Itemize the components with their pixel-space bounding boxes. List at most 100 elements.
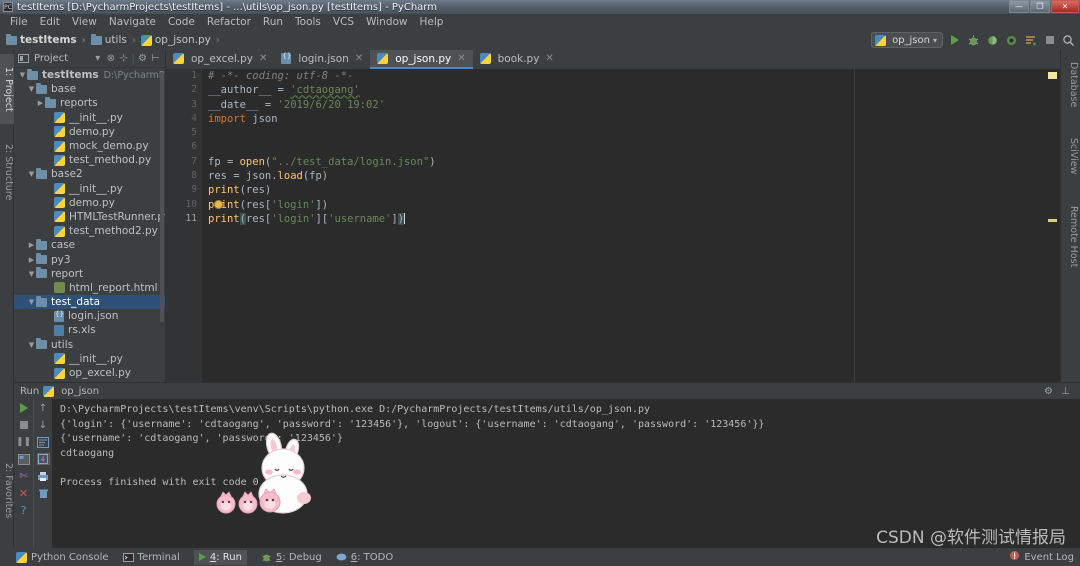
status-bar-item-terminal[interactable]: Terminal <box>122 552 180 563</box>
tree-item-utils[interactable]: ▼ utils <box>14 338 165 352</box>
status-bar-item-6--todo[interactable]: 6: TODO <box>336 552 393 563</box>
tree-item-testitems[interactable]: ▼ testItems D:\PycharmProjects\ <box>14 68 165 82</box>
editor-marker-warning[interactable] <box>1048 72 1057 79</box>
status-bar-item-5--debug[interactable]: 5: Debug <box>261 552 322 563</box>
tree-item-test-method2-py[interactable]: test_method2.py <box>14 224 165 238</box>
chevron-down-icon[interactable]: ▾ <box>91 52 104 65</box>
help-icon[interactable]: ? <box>17 504 30 517</box>
menu-item-code[interactable]: Code <box>162 15 201 29</box>
tree-item-demo-py[interactable]: demo.py <box>14 196 165 210</box>
code-line[interactable] <box>208 140 1046 154</box>
chevron-down-icon[interactable]: ▼ <box>18 71 27 79</box>
scroll-up-icon[interactable]: ↑ <box>37 402 50 414</box>
chevron-down-icon[interactable]: ▼ <box>27 270 36 278</box>
event-log-button[interactable]: Event Log <box>1009 550 1074 564</box>
close-icon[interactable]: ✕ <box>17 487 30 500</box>
code-line[interactable]: fp = open("../test_data/login.json") <box>208 155 1046 169</box>
rerun-icon[interactable] <box>17 402 30 414</box>
soft-wrap-icon[interactable] <box>37 436 50 448</box>
tree-item-base[interactable]: ▼ base <box>14 82 165 96</box>
breadcrumb-item-1[interactable]: utils › <box>90 33 141 46</box>
tree-item-test-method-py[interactable]: test_method.py <box>14 153 165 167</box>
tree-item---init---py[interactable]: __init__.py <box>14 182 165 196</box>
tree-item-login-json[interactable]: login.json <box>14 309 165 323</box>
code-line[interactable] <box>208 126 1046 140</box>
menu-item-vcs[interactable]: VCS <box>327 15 360 29</box>
chevron-down-icon[interactable]: ▼ <box>27 298 36 306</box>
menu-item-refactor[interactable]: Refactor <box>201 15 257 29</box>
stop-button[interactable] <box>1042 33 1057 48</box>
editor-scrollbar[interactable] <box>1046 69 1060 382</box>
tool-window-tab-favorites[interactable]: 2: Favorites <box>0 450 14 531</box>
editor-tab-op-excel-py[interactable]: op_excel.py ✕ <box>166 50 274 69</box>
chevron-right-icon[interactable]: ▶ <box>27 241 36 249</box>
code-line[interactable]: # -*- coding: utf-8 -*- <box>208 69 1046 83</box>
menu-item-file[interactable]: File <box>4 15 34 29</box>
scroll-from-source-icon[interactable]: ⊹ <box>117 52 130 65</box>
close-icon[interactable]: ✕ <box>457 53 465 64</box>
breadcrumb-item-2[interactable]: op_json.py › <box>140 34 225 46</box>
intention-bulb-icon[interactable] <box>214 199 223 209</box>
breadcrumb-item-0[interactable]: testItems › <box>6 33 91 46</box>
editor-tab-op-json-py[interactable]: op_json.py ✕ <box>370 50 473 69</box>
tree-item---init---py[interactable]: __init__.py <box>14 352 165 366</box>
code-line[interactable]: __date__ = '2019/6/20 19:02' <box>208 98 1046 112</box>
tree-item-htmltestrunner-py[interactable]: HTMLTestRunner.py <box>14 210 165 224</box>
project-tree-scrollbar[interactable] <box>160 72 164 322</box>
run-button[interactable] <box>947 33 962 48</box>
tree-item-test-data[interactable]: ▼ test_data <box>14 295 165 310</box>
editor-tab-book-py[interactable]: book.py ✕ <box>473 50 561 69</box>
tree-item-html-report-html[interactable]: html_report.html <box>14 281 165 295</box>
chevron-right-icon[interactable]: ▶ <box>36 99 45 107</box>
minimize-button[interactable]: — <box>1009 0 1029 13</box>
chevron-right-icon[interactable]: ▶ <box>27 256 36 264</box>
close-icon[interactable]: ✕ <box>259 53 267 64</box>
chevron-down-icon[interactable]: ▼ <box>27 170 36 178</box>
code-line[interactable]: __author__ = 'cdtaogang' <box>208 83 1046 97</box>
maximize-button[interactable]: ❐ <box>1030 0 1050 13</box>
tree-item-reports[interactable]: ▶ reports <box>14 96 165 110</box>
menu-item-view[interactable]: View <box>66 15 103 29</box>
run-configuration-selector[interactable]: op_json ▾ <box>871 32 943 48</box>
menu-item-run[interactable]: Run <box>257 15 289 29</box>
attach-button[interactable] <box>1023 33 1038 48</box>
tree-item-rs-xls[interactable]: rs.xls <box>14 323 165 337</box>
status-bar-item-python-console[interactable]: Python Console <box>16 551 109 563</box>
tool-window-tab-structure[interactable]: 2: Structure <box>0 132 14 213</box>
menu-item-window[interactable]: Window <box>360 15 413 29</box>
close-button[interactable]: ✕ <box>1051 0 1079 13</box>
code-editor[interactable]: 1 2 3 4 5 6 7 8 9 10 11 # -*- coding: utf-8 -*- __a… <box>166 69 1060 382</box>
editor-code-area[interactable]: # -*- coding: utf-8 -*- __author__ = 'cdt… <box>202 69 1046 382</box>
tool-window-tab-database[interactable]: Database <box>1063 54 1079 115</box>
collapse-all-icon[interactable]: ⊗ <box>104 52 117 65</box>
tool-window-tab-sciview[interactable]: SciView <box>1063 129 1079 184</box>
tree-item-report[interactable]: ▼ report <box>14 267 165 281</box>
hide-icon[interactable]: ⊢ <box>149 52 162 65</box>
tool-window-tab-remotehost[interactable]: Remote Host <box>1063 198 1079 276</box>
close-icon[interactable]: ✕ <box>545 53 553 64</box>
profile-button[interactable] <box>1004 33 1019 48</box>
tree-item-op-excel-py[interactable]: op_excel.py <box>14 366 165 380</box>
code-line[interactable]: print(res['login']['username']) <box>208 212 1046 226</box>
tool-window-tab-project[interactable]: 1: Project <box>0 54 14 124</box>
coverage-button[interactable] <box>985 33 1000 48</box>
menu-item-help[interactable]: Help <box>414 15 450 29</box>
menu-item-navigate[interactable]: Navigate <box>103 15 162 29</box>
tree-item-demo-py[interactable]: demo.py <box>14 125 165 139</box>
tree-item-base2[interactable]: ▼ base2 <box>14 167 165 181</box>
status-bar-item-4--run[interactable]: 4: Run <box>193 549 247 565</box>
editor-marker-caret[interactable] <box>1048 219 1057 222</box>
code-line[interactable]: res = json.load(fp) <box>208 169 1046 183</box>
debug-button[interactable] <box>966 33 981 48</box>
console-icon[interactable] <box>17 453 30 465</box>
editor-tab-login-json[interactable]: login.json ✕ <box>274 50 370 69</box>
pin-icon[interactable]: ✄ <box>17 470 30 482</box>
tree-item-mock-demo-py[interactable]: mock_demo.py <box>14 139 165 153</box>
menu-item-edit[interactable]: Edit <box>34 15 66 29</box>
close-icon[interactable]: ✕ <box>355 53 363 64</box>
code-line[interactable]: print(res['login']) <box>208 198 1046 212</box>
tree-item-py3[interactable]: ▶ py3 <box>14 252 165 266</box>
scroll-down-icon[interactable]: ↓ <box>37 419 50 431</box>
hide-icon[interactable]: ⊥ <box>1059 385 1072 398</box>
settings-icon[interactable]: ⚙ <box>136 52 149 65</box>
